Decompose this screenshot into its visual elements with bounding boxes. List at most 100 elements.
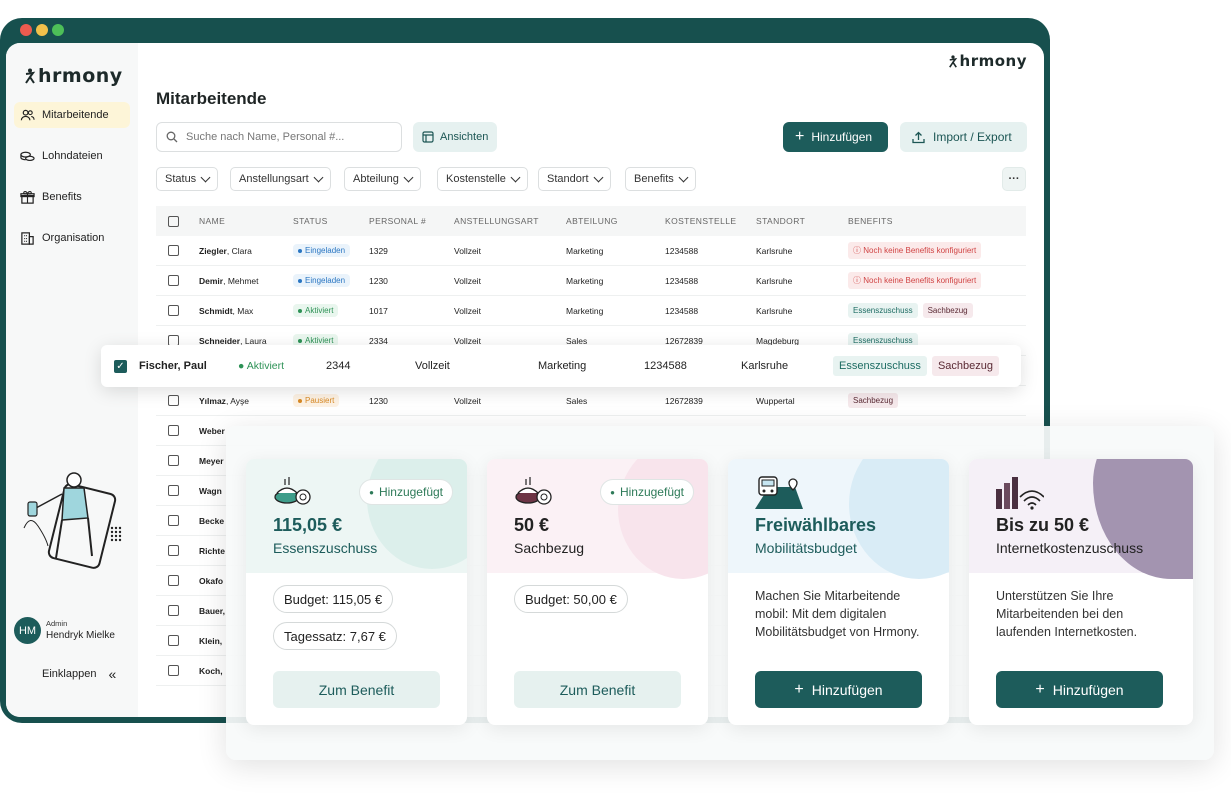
close-window-dot[interactable] [20,24,32,36]
add-benefit-button[interactable]: + Hinzufügen [755,671,922,708]
header-name[interactable]: NAME [199,216,293,226]
benefit-card-sachbezug[interactable]: ● Hinzugefügt 50 € Sachbezug Budget: 50,0… [487,459,708,725]
sidebar-item-organisation[interactable]: Organisation [14,225,130,251]
internet-icon [996,477,1044,510]
benefit-description: Unterstützen Sie Ihre Mitarbeitenden bei… [996,589,1138,639]
avatar[interactable]: HM [14,617,41,644]
filter-anstellungsart[interactable]: Anstellungsart [230,167,331,191]
employee-name: Ziegler, Clara [199,246,293,256]
maximize-window-dot[interactable] [52,24,64,36]
row-checkbox[interactable] [168,395,179,406]
row-checkbox[interactable] [168,575,179,586]
minimize-window-dot[interactable] [36,24,48,36]
filter-benefits[interactable]: Benefits [625,167,696,191]
sidebar-item-benefits[interactable]: Benefits [14,184,130,210]
status-text: Eingeladen [305,276,346,285]
filter-kostenstelle[interactable]: Kostenstelle [437,167,528,191]
cost-center: 12672839 [665,335,703,346]
select-all-checkbox[interactable] [168,215,179,227]
employment-type: Vollzeit [454,245,481,256]
badge-text: Hinzugefügt [378,485,443,499]
selected-employee-row[interactable]: ✓ Fischer, Paul ● Aktiviert 2344 Vollzei… [101,345,1021,387]
filter-label: Anstellungsart [239,173,309,185]
row-checkbox[interactable] [168,275,179,286]
employment-type: Vollzeit [454,305,481,316]
row-checkbox[interactable] [168,425,179,436]
benefit-card-essenszuschuss[interactable]: ● Hinzugefügt 115,05 € Essenszuschuss Bud… [246,459,467,725]
cost-center: 1234588 [644,360,687,372]
employee-name: Fischer, Paul [139,360,207,372]
header-logo[interactable]: hrmony [948,52,1027,70]
header-kostenstelle[interactable]: KOSTENSTELLE [665,216,756,226]
status-text: Aktiviert [246,360,285,372]
checked-checkbox[interactable]: ✓ [114,359,127,373]
row-checkbox[interactable] [168,245,179,256]
search-input[interactable]: Suche nach Name, Personal #... [156,122,402,152]
header-anstellungsart[interactable]: ANSTELLUNGSART [454,216,566,226]
row-checkbox[interactable] [168,305,179,316]
benefit-description: Machen Sie Mitarbeitende mobil: Mit dem … [755,589,920,639]
header-standort[interactable]: STANDORT [756,216,848,226]
person-with-phone-illustration [23,472,122,569]
first-name: , Max [232,305,254,316]
row-checkbox[interactable] [168,545,179,556]
row-checkbox[interactable] [168,515,179,526]
chevron-down-icon [593,172,604,182]
row-checkbox[interactable] [168,485,179,496]
sidebar-item-lohndateien[interactable]: Lohndateien [14,143,130,169]
table-row[interactable]: Yılmaz, Ayşe Pausiert 1230 Vollzeit Sale… [156,386,1026,416]
button-label: Hinzufügen [811,681,883,698]
row-checkbox[interactable] [168,665,179,676]
employee-name: Schmidt, Max [199,306,293,316]
app-logo[interactable]: hrmony [24,65,123,87]
sidebar-item-mitarbeitende[interactable]: Mitarbeitende [14,102,130,128]
header-abteilung[interactable]: ABTEILUNG [566,216,665,226]
cost-center: 1234588 [665,245,699,256]
location: Karlsruhe [756,275,793,286]
location: Karlsruhe [756,245,793,256]
row-checkbox[interactable] [168,605,179,616]
add-employee-button[interactable]: + Hinzufügen [783,122,888,152]
button-label: Zum Benefit [318,681,395,698]
first-name: , Laura [240,335,267,346]
go-to-benefit-button[interactable]: Zum Benefit [273,671,440,708]
filter-label: Abteilung [353,173,399,185]
chevron-down-icon [403,172,414,182]
more-options-button[interactable]: ··· [1002,167,1026,191]
cost-center: 1234588 [665,275,699,286]
status-text: Eingeladen [305,246,346,255]
employment-type: Vollzeit [454,335,481,346]
plus-icon: + [795,128,805,145]
budget-pill: Budget: 50,00 € [514,585,628,613]
go-to-benefit-button[interactable]: Zum Benefit [514,671,681,708]
benefit-chip-essenszuschuss: Essenszuschuss [848,303,918,318]
benefit-card-mobilitaetsbudget[interactable]: Freiwählbares Mobilitätsbudget Machen Si… [728,459,949,725]
gift-icon [20,190,35,204]
header-personal[interactable]: PERSONAL # [369,216,454,226]
personal-number: 1329 [369,245,388,256]
add-benefit-button[interactable]: + Hinzufügen [996,671,1163,708]
status-badge: Aktiviert [293,304,339,317]
employment-type: Vollzeit [454,395,481,406]
filter-abteilung[interactable]: Abteilung [344,167,421,191]
views-button[interactable]: Ansichten [413,122,498,152]
filter-status[interactable]: Status [156,167,219,191]
collapse-sidebar-button[interactable]: Einklappen « [42,666,116,682]
row-checkbox[interactable] [168,455,179,466]
double-chevron-left-icon: « [108,666,117,682]
filter-standort[interactable]: Standort [538,167,611,191]
import-export-button[interactable]: Import / Export [900,122,1027,152]
personal-number: 1017 [369,305,388,316]
table-row[interactable]: Schmidt, Max Aktiviert 1017 Vollzeit Mar… [156,296,1026,326]
row-checkbox[interactable] [168,635,179,646]
last-name: Yılmaz [199,395,226,406]
logo-text: hrmony [959,52,1027,70]
header-status[interactable]: STATUS [293,216,369,226]
table-row[interactable]: Ziegler, Clara Eingeladen 1329 Vollzeit … [156,236,1026,266]
benefit-chip-essenszuschuss: Essenszuschuss [833,356,927,376]
location: Karlsruhe [741,360,789,372]
voucher-icon [515,477,552,505]
benefit-card-internetkostenzuschuss[interactable]: Bis zu 50 € Internetkostenzuschuss Unter… [969,459,1193,725]
table-row[interactable]: Demir, Mehmet Eingeladen 1230 Vollzeit M… [156,266,1026,296]
header-benefits[interactable]: BENEFITS [848,216,893,226]
